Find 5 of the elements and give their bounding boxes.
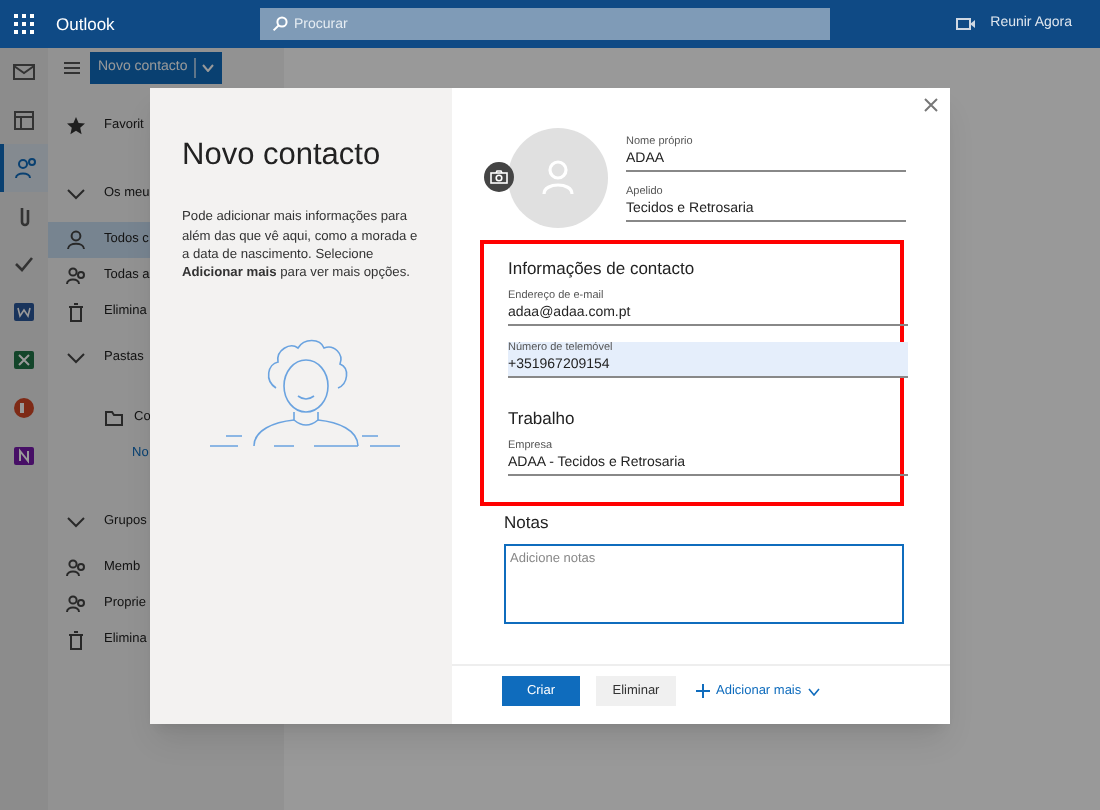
dialog-title: Novo contacto (182, 136, 383, 175)
section-heading: Informações de contacto (508, 256, 697, 282)
section-heading: Trabalho (508, 405, 577, 431)
app-name: Outlook (56, 11, 117, 37)
section-heading: Notas (504, 510, 551, 536)
